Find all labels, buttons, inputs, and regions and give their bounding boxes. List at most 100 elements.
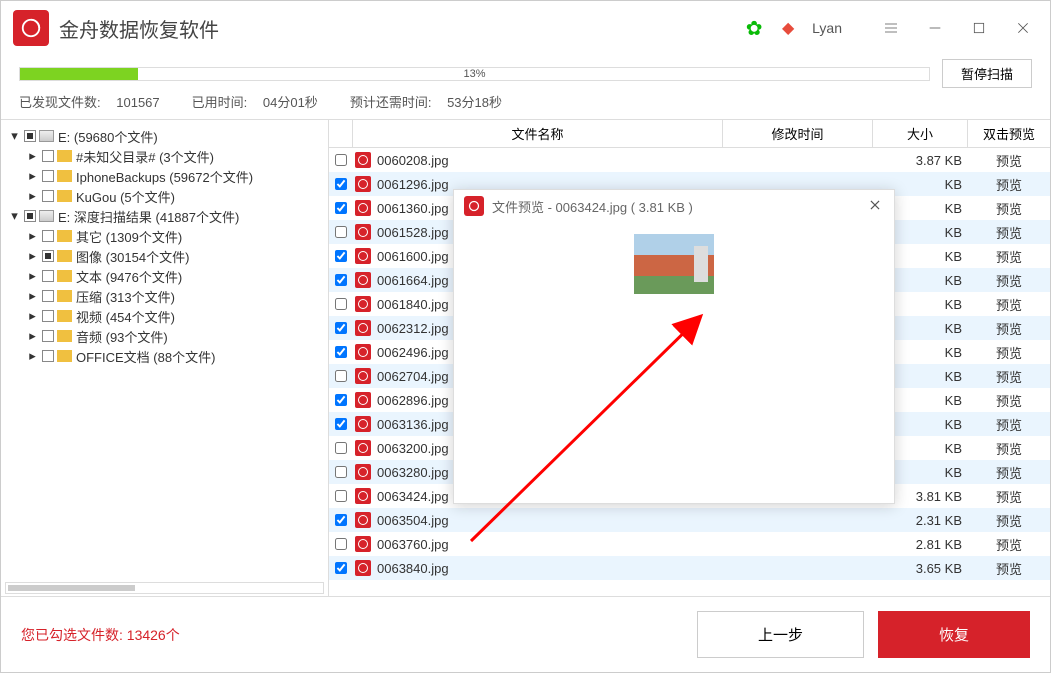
preview-link[interactable]: 预览 — [968, 463, 1050, 482]
file-checkbox[interactable] — [335, 394, 347, 406]
preview-popup: 文件预览 - 0063424.jpg ( 3.81 KB ) — [453, 189, 895, 504]
col-filename[interactable]: 文件名称 — [353, 120, 723, 147]
tree-checkbox[interactable] — [42, 270, 54, 282]
file-row[interactable]: 0063840.jpg3.65 KB预览 — [329, 556, 1050, 580]
tree-item[interactable]: ▾E: (59680个文件) — [5, 126, 324, 146]
file-checkbox[interactable] — [335, 226, 347, 238]
file-checkbox[interactable] — [335, 274, 347, 286]
file-checkbox[interactable] — [335, 442, 347, 454]
tree-item[interactable]: ▸压缩 (313个文件) — [5, 286, 324, 306]
recover-button[interactable]: 恢复 — [878, 611, 1030, 658]
tree-checkbox[interactable] — [42, 290, 54, 302]
tree-item[interactable]: ▸ IphoneBackups (59672个文件) — [5, 166, 324, 186]
preview-link[interactable]: 预览 — [968, 535, 1050, 554]
chevron-down-icon[interactable]: ▾ — [9, 211, 20, 222]
tree-panel: ▾E: (59680个文件)▸#未知父目录# (3个文件)▸IphoneBack… — [1, 120, 329, 596]
file-row[interactable]: 0060208.jpg3.87 KB预览 — [329, 148, 1050, 172]
chevron-right-icon[interactable]: ▸ — [27, 231, 38, 242]
preview-link[interactable]: 预览 — [968, 223, 1050, 242]
tree-checkbox[interactable] — [42, 350, 54, 362]
file-row[interactable]: 0063504.jpg2.31 KB预览 — [329, 508, 1050, 532]
preview-link[interactable]: 预览 — [968, 415, 1050, 434]
file-row[interactable]: 0063760.jpg2.81 KB预览 — [329, 532, 1050, 556]
file-checkbox[interactable] — [335, 298, 347, 310]
file-checkbox[interactable] — [335, 466, 347, 478]
tree-checkbox[interactable] — [42, 190, 54, 202]
chevron-down-icon[interactable]: ▾ — [9, 131, 20, 142]
tree-checkbox[interactable] — [42, 150, 54, 162]
preview-link[interactable]: 预览 — [968, 343, 1050, 362]
chevron-right-icon[interactable]: ▸ — [27, 171, 38, 182]
chevron-right-icon[interactable]: ▸ — [27, 271, 38, 282]
file-checkbox[interactable] — [335, 250, 347, 262]
close-button[interactable] — [1008, 13, 1038, 43]
chevron-right-icon[interactable]: ▸ — [27, 311, 38, 322]
tree-checkbox[interactable] — [42, 330, 54, 342]
preview-link[interactable]: 预览 — [968, 367, 1050, 386]
tree-checkbox[interactable] — [42, 170, 54, 182]
col-size[interactable]: 大小 — [873, 120, 968, 147]
file-checkbox[interactable] — [335, 490, 347, 502]
file-checkbox[interactable] — [335, 322, 347, 334]
file-name: 0063280.jpg — [377, 465, 449, 480]
wechat-icon[interactable]: ✿ — [744, 18, 764, 38]
file-checkbox[interactable] — [335, 346, 347, 358]
tree-item[interactable]: ▸文本 (9476个文件) — [5, 266, 324, 286]
tree-item[interactable]: ▸其它 (1309个文件) — [5, 226, 324, 246]
preview-link[interactable]: 预览 — [968, 175, 1050, 194]
file-checkbox[interactable] — [335, 418, 347, 430]
file-checkbox[interactable] — [335, 514, 347, 526]
tree-item[interactable]: ▸ 视频 (454个文件) — [5, 306, 324, 326]
chevron-right-icon[interactable]: ▸ — [27, 151, 38, 162]
username-label[interactable]: Lyan — [812, 20, 842, 36]
tree-checkbox[interactable] — [24, 130, 36, 142]
file-checkbox[interactable] — [335, 370, 347, 382]
chevron-right-icon[interactable]: ▸ — [27, 191, 38, 202]
file-checkbox[interactable] — [335, 562, 347, 574]
tree-item[interactable]: ▾E: 深度扫描结果 (41887个文件) — [5, 206, 324, 226]
preview-link[interactable]: 预览 — [968, 295, 1050, 314]
preview-link[interactable]: 预览 — [968, 247, 1050, 266]
preview-image — [634, 234, 714, 294]
tree-checkbox[interactable] — [42, 250, 54, 262]
back-button[interactable]: 上一步 — [697, 611, 864, 658]
preview-close-button[interactable] — [868, 198, 884, 214]
file-checkbox[interactable] — [335, 178, 347, 190]
tree-horizontal-scrollbar[interactable] — [5, 582, 324, 594]
vip-diamond-icon[interactable]: ◆ — [778, 18, 798, 38]
preview-link[interactable]: 预览 — [968, 199, 1050, 218]
maximize-button[interactable] — [964, 13, 994, 43]
col-check[interactable] — [329, 120, 353, 147]
chevron-right-icon[interactable]: ▸ — [27, 351, 38, 362]
minimize-button[interactable] — [920, 13, 950, 43]
pause-scan-button[interactable]: 暂停扫描 — [942, 59, 1032, 88]
file-checkbox[interactable] — [335, 154, 347, 166]
chevron-right-icon[interactable]: ▸ — [27, 331, 38, 342]
preview-link[interactable]: 预览 — [968, 511, 1050, 530]
preview-link[interactable]: 预览 — [968, 151, 1050, 170]
tree-item[interactable]: ▸OFFICE文档 (88个文件) — [5, 346, 324, 366]
tree-item[interactable]: ▸KuGou (5个文件) — [5, 186, 324, 206]
tree-checkbox[interactable] — [42, 230, 54, 242]
file-size: 3.65 KB — [873, 561, 968, 576]
col-date[interactable]: 修改时间 — [723, 120, 873, 147]
chevron-right-icon[interactable]: ▸ — [27, 251, 38, 262]
tree-item[interactable]: ▸#未知父目录# (3个文件) — [5, 146, 324, 166]
preview-link[interactable]: 预览 — [968, 487, 1050, 506]
preview-link[interactable]: 预览 — [968, 559, 1050, 578]
preview-link[interactable]: 预览 — [968, 439, 1050, 458]
tree-label: IphoneBackups (59672个文件) — [76, 167, 253, 186]
preview-link[interactable]: 预览 — [968, 271, 1050, 290]
tree-item[interactable]: ▸音频 (93个文件) — [5, 326, 324, 346]
chevron-right-icon[interactable]: ▸ — [27, 291, 38, 302]
file-checkbox[interactable] — [335, 538, 347, 550]
tree-checkbox[interactable] — [42, 310, 54, 322]
preview-link[interactable]: 预览 — [968, 391, 1050, 410]
tree-checkbox[interactable] — [24, 210, 36, 222]
file-checkbox[interactable] — [335, 202, 347, 214]
tree-label: 视频 (454个文件) — [76, 307, 175, 326]
col-preview[interactable]: 双击预览 — [968, 120, 1050, 147]
preview-link[interactable]: 预览 — [968, 319, 1050, 338]
menu-button[interactable] — [876, 13, 906, 43]
tree-item[interactable]: ▸图像 (30154个文件) — [5, 246, 324, 266]
